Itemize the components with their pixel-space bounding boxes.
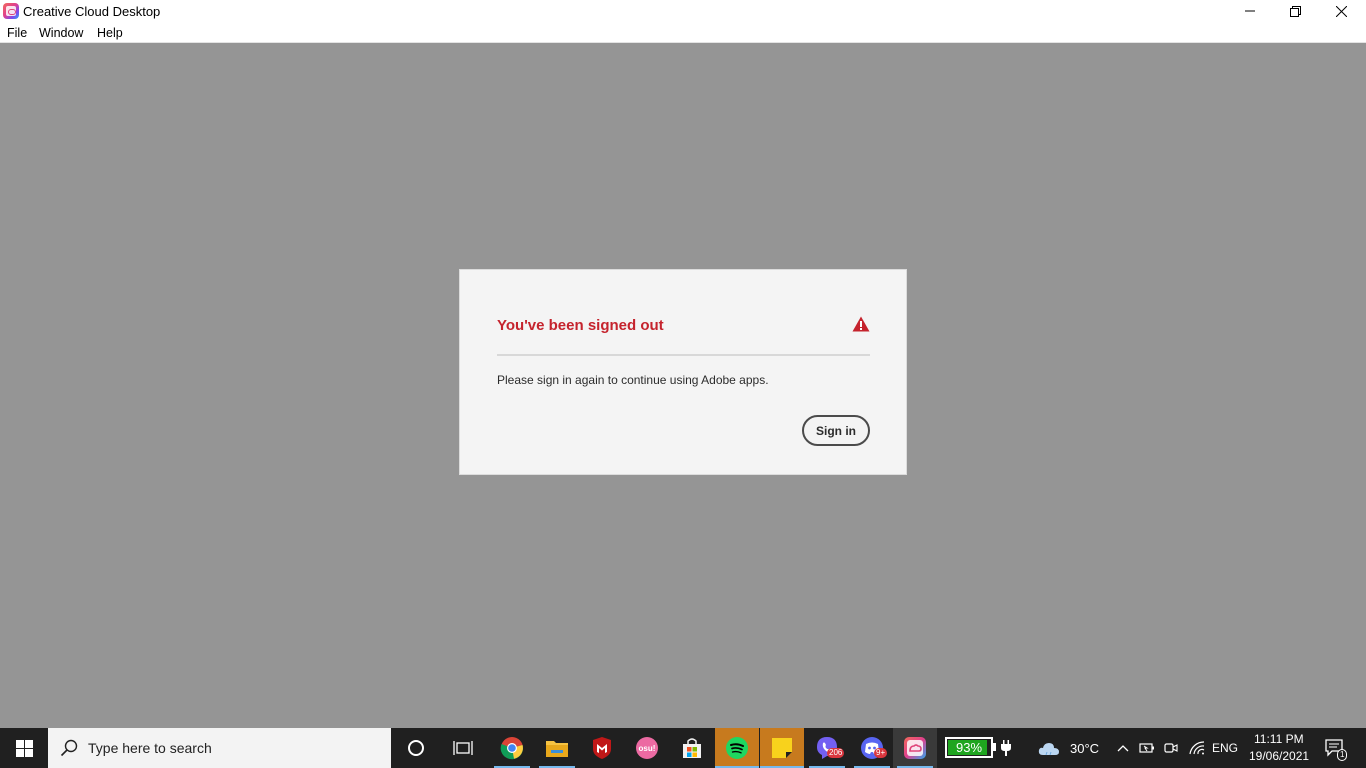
charging-plug-icon: [998, 728, 1014, 768]
network-button[interactable]: [1187, 728, 1207, 768]
creative-cloud-icon: [3, 3, 19, 19]
creative-cloud-icon: [904, 737, 926, 759]
osu-icon: osu!: [636, 737, 658, 759]
show-hidden-icons-button[interactable]: [1114, 728, 1132, 768]
viber-badge: 206: [827, 748, 845, 758]
taskbar-discord[interactable]: 9+: [850, 728, 894, 768]
search-placeholder: Type here to search: [88, 740, 212, 756]
battery-percent: 93%: [955, 740, 983, 755]
cloud-icon: [1038, 743, 1059, 756]
clock-time[interactable]: 11:11 PM: [1254, 732, 1304, 746]
search-icon: [60, 739, 78, 757]
chevron-up-icon: [1117, 745, 1129, 752]
cortana-icon: [408, 740, 424, 756]
language-indicator[interactable]: ENG: [1212, 741, 1238, 755]
weather-temp: 30°C: [1070, 741, 1100, 756]
taskbar-sticky-notes[interactable]: [760, 728, 804, 768]
action-center-button[interactable]: 1: [1322, 728, 1348, 768]
sign-in-button[interactable]: Sign in: [802, 415, 870, 446]
taskbar-mcafee[interactable]: [580, 728, 624, 768]
taskbar-chrome[interactable]: [490, 728, 534, 768]
folder-icon: [546, 741, 568, 757]
menu-file[interactable]: File: [7, 26, 27, 40]
battery-plug-icon: [1139, 743, 1154, 753]
task-view-icon: [453, 741, 473, 755]
restore-icon: [1289, 5, 1301, 17]
taskbar-spotify[interactable]: [715, 728, 759, 768]
clock-date[interactable]: 19/06/2021: [1249, 749, 1309, 763]
minimize-icon: [1245, 10, 1255, 12]
window-title: Creative Cloud Desktop: [23, 4, 161, 19]
warning-icon: [852, 316, 870, 332]
taskbar-osu[interactable]: osu!: [625, 728, 669, 768]
osu-label: osu!: [639, 744, 656, 753]
weather-button[interactable]: [1037, 728, 1061, 768]
sticky-notes-icon: [772, 738, 792, 758]
taskbar-viber[interactable]: 206: [805, 728, 849, 768]
minimize-button[interactable]: [1227, 0, 1273, 22]
camera-icon: [1164, 743, 1178, 753]
taskbar-search[interactable]: Type here to search: [48, 728, 391, 768]
dialog-message: Please sign in again to continue using A…: [497, 373, 769, 387]
meet-now-button[interactable]: [1162, 728, 1180, 768]
chrome-icon: [500, 737, 524, 760]
signed-out-dialog: You've been signed out Please sign in ag…: [459, 269, 907, 475]
discord-badge: 9+: [874, 748, 888, 758]
cortana-button[interactable]: [394, 728, 438, 768]
windows-icon: [15, 739, 33, 757]
taskbar-store[interactable]: [670, 728, 714, 768]
battery-tip: [993, 743, 996, 751]
menu-help[interactable]: Help: [97, 26, 123, 40]
power-tray-button[interactable]: [1138, 728, 1156, 768]
close-button[interactable]: [1318, 0, 1364, 22]
restore-button[interactable]: [1272, 0, 1318, 22]
close-icon: [1335, 5, 1347, 17]
wifi-icon: [1189, 741, 1205, 755]
title-bar: Creative Cloud Desktop: [0, 0, 1366, 22]
mcafee-icon: [593, 737, 611, 759]
dialog-title: You've been signed out: [497, 317, 664, 334]
store-icon: [683, 738, 701, 758]
menu-window[interactable]: Window: [39, 26, 83, 40]
menu-bar: File Window Help: [0, 22, 1366, 43]
taskbar-file-explorer[interactable]: [535, 728, 579, 768]
taskbar-creative-cloud[interactable]: [893, 728, 937, 768]
dialog-divider: [497, 354, 870, 356]
notification-count: 1: [1337, 749, 1348, 761]
start-button[interactable]: [0, 728, 48, 768]
taskbar: Type here to search osu! 206 9+ 93% 30°C…: [0, 728, 1366, 768]
task-view-button[interactable]: [441, 728, 485, 768]
battery-indicator[interactable]: 93%: [945, 737, 993, 758]
spotify-icon: [726, 737, 748, 759]
